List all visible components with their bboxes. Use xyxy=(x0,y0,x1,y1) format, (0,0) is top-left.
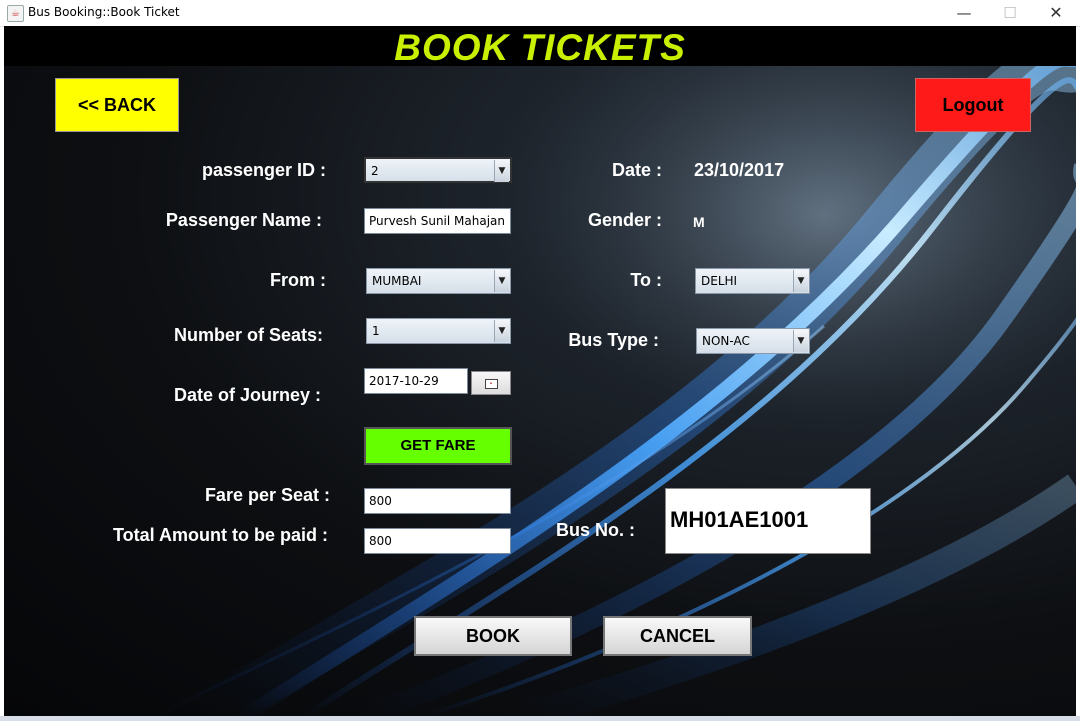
bus-no-label: Bus No. : xyxy=(556,520,635,540)
page-title: BOOK TICKETS xyxy=(394,27,686,68)
chevron-down-icon[interactable]: ▼ xyxy=(793,330,808,352)
passenger-name-label: Passenger Name : xyxy=(165,210,322,230)
date-of-journey-field[interactable]: 2017-10-29 xyxy=(364,368,468,394)
bus-type-value: NON-AC xyxy=(702,334,750,348)
calendar-icon: ▪ xyxy=(484,379,498,389)
chevron-down-icon[interactable]: ▼ xyxy=(494,160,509,182)
minimize-icon[interactable]: — xyxy=(941,0,987,26)
to-value: DELHI xyxy=(701,274,738,288)
total-amount-field[interactable]: 800 xyxy=(364,528,511,554)
gender-label: Gender : xyxy=(587,210,662,230)
from-select[interactable]: MUMBAI ▼ xyxy=(366,268,511,294)
window-title: Bus Booking::Book Ticket xyxy=(28,5,180,19)
date-value: 23/10/2017 xyxy=(694,160,785,180)
passenger-id-value: 2 xyxy=(371,164,379,178)
cancel-button[interactable]: CANCEL xyxy=(603,616,752,656)
bus-no-value: MH01AE1001 xyxy=(665,488,871,554)
window-titlebar: ☕ Bus Booking::Book Ticket — ☐ ✕ xyxy=(0,0,1080,27)
bus-type-select[interactable]: NON-AC ▼ xyxy=(696,328,810,354)
date-of-journey-label: Date of Journey : xyxy=(173,385,321,405)
fare-per-seat-label: Fare per Seat : xyxy=(204,485,330,505)
maximize-icon[interactable]: ☐ xyxy=(987,0,1033,26)
book-button[interactable]: BOOK xyxy=(414,616,572,656)
bus-type-label: Bus Type : xyxy=(568,330,659,350)
total-amount-label: Total Amount to be paid : xyxy=(113,525,328,545)
number-of-seats-label: Number of Seats: xyxy=(173,325,323,345)
gender-value: M xyxy=(693,214,705,230)
back-button[interactable]: << BACK xyxy=(55,78,179,132)
get-fare-button[interactable]: GET FARE xyxy=(364,427,512,465)
to-label: To : xyxy=(630,270,662,290)
from-value: MUMBAI xyxy=(372,274,422,288)
number-of-seats-value: 1 xyxy=(372,324,380,338)
fare-per-seat-field[interactable]: 800 xyxy=(364,488,511,514)
taskbar-strip xyxy=(0,716,1080,721)
close-icon[interactable]: ✕ xyxy=(1033,0,1079,26)
number-of-seats-select[interactable]: 1 ▼ xyxy=(366,318,511,344)
to-select[interactable]: DELHI ▼ xyxy=(695,268,810,294)
java-cup-icon: ☕ xyxy=(7,5,24,22)
from-label: From : xyxy=(270,270,326,290)
chevron-down-icon[interactable]: ▼ xyxy=(494,270,509,292)
chevron-down-icon[interactable]: ▼ xyxy=(793,270,808,292)
logout-button[interactable]: Logout xyxy=(915,78,1031,132)
chevron-down-icon[interactable]: ▼ xyxy=(494,320,509,342)
calendar-button[interactable]: ▪ xyxy=(471,371,511,395)
passenger-name-field[interactable]: Purvesh Sunil Mahajan xyxy=(364,208,511,234)
app-frame: BOOK TICKETS << BACK Logout passenger ID… xyxy=(4,26,1076,716)
passenger-id-label: passenger ID : xyxy=(201,160,326,180)
date-label: Date : xyxy=(611,160,662,180)
passenger-id-select[interactable]: 2 ▼ xyxy=(364,157,512,183)
